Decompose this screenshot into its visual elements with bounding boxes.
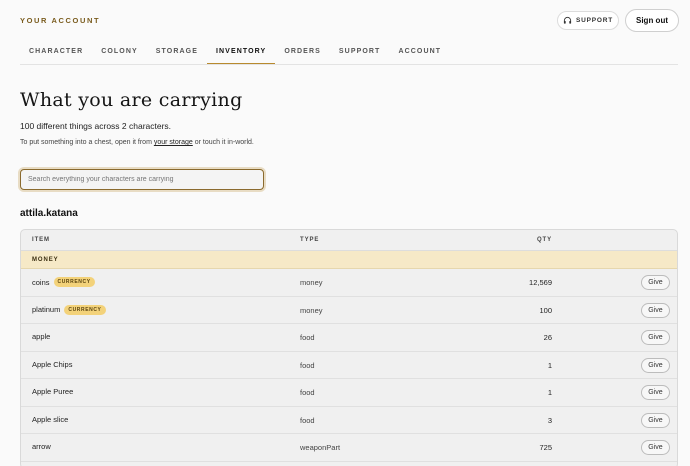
section-label: MONEY [32, 257, 59, 263]
support-label: SUPPORT [575, 17, 614, 24]
table-row: Apple Puree food 1 Give [21, 379, 677, 407]
tab-support[interactable]: SUPPORT [330, 41, 390, 65]
tab-orders[interactable]: ORDERS [275, 41, 330, 65]
item-qty: 26 [543, 333, 552, 342]
main-nav: CHARACTER COLONY STORAGE INVENTORY ORDER… [20, 41, 450, 65]
item-qty: 725 [539, 443, 552, 452]
column-qty: QTY [536, 237, 552, 243]
headset-icon [563, 16, 572, 24]
table-row: platinum CURRENCY money 100 Give [21, 297, 677, 324]
section-header: MONEY [21, 251, 677, 269]
item-cell: Apple Puree [32, 387, 73, 396]
column-type: TYPE [300, 237, 320, 243]
item-name: coins [32, 277, 50, 287]
hint-prefix: To put something into a chest, open it f… [20, 139, 154, 146]
inventory-table: ITEM TYPE QTY MONEY coins CURRENCY money … [20, 229, 678, 466]
item-qty: 12,569 [529, 278, 552, 287]
item-name: apple [32, 332, 51, 341]
currency-badge: CURRENCY [53, 277, 95, 287]
currency-badge: CURRENCY [64, 304, 106, 315]
table-row: Apple Chips food 1 Give [21, 352, 677, 379]
item-type: food [300, 415, 315, 425]
item-name: Apple slice [32, 414, 69, 424]
tab-inventory[interactable]: INVENTORY [206, 41, 276, 65]
table-row: arrow weaponPart 725 Give [21, 434, 677, 462]
item-name: arrow [32, 442, 51, 451]
top-bar: YOUR ACCOUNT SUPPORT Sign out [0, 0, 690, 40]
item-type: food [300, 360, 315, 370]
column-item: ITEM [32, 237, 50, 243]
item-name: Apple Chips [32, 359, 73, 369]
item-qty: 3 [547, 415, 552, 425]
item-type: food [300, 388, 315, 397]
tab-colony[interactable]: COLONY [92, 41, 147, 65]
item-type: food [300, 333, 315, 342]
sign-out-button[interactable]: Sign out [625, 9, 679, 32]
item-qty: 1 [547, 360, 552, 370]
item-type: weaponPart [300, 443, 341, 452]
item-cell: Apple slice [32, 415, 68, 424]
item-cell: Apple Chips [32, 360, 72, 369]
give-button[interactable]: Give [641, 440, 670, 455]
search-input[interactable] [20, 169, 264, 190]
tab-account[interactable]: ACCOUNT [389, 41, 450, 65]
page-title: What you are carrying [20, 89, 243, 111]
nav-divider [20, 64, 678, 65]
table-header: ITEM TYPE QTY [21, 230, 677, 251]
inventory-summary: 100 different things across 2 characters… [20, 121, 172, 131]
table-row: apple food 26 Give [21, 324, 677, 352]
give-button[interactable]: Give [641, 357, 670, 373]
item-name: platinum [32, 305, 61, 314]
give-button[interactable]: Give [641, 302, 670, 318]
item-qty: 100 [539, 305, 552, 315]
table-row: Apple slice food 3 Give [21, 407, 677, 434]
item-cell: apple [32, 332, 50, 341]
brand-title: YOUR ACCOUNT [20, 16, 101, 25]
character-name: attila.katana [20, 208, 78, 219]
item-type: money [300, 305, 323, 315]
storage-link[interactable]: your storage [154, 139, 193, 146]
hint-suffix: or touch it in-world. [192, 139, 254, 146]
item-cell: arrow [32, 442, 51, 451]
item-name: Apple Puree [32, 387, 74, 396]
item-qty: 1 [547, 388, 552, 397]
item-type: money [300, 278, 323, 287]
give-button[interactable]: Give [641, 412, 670, 428]
give-button[interactable]: Give [641, 385, 670, 400]
table-row: coins CURRENCY money 12,569 Give [21, 269, 677, 297]
item-cell: coins CURRENCY [32, 277, 95, 287]
storage-hint: To put something into a chest, open it f… [20, 139, 254, 146]
tab-storage[interactable]: STORAGE [147, 41, 207, 65]
item-cell: platinum CURRENCY [32, 304, 106, 315]
give-button[interactable]: Give [641, 275, 670, 290]
give-button[interactable]: Give [641, 330, 670, 345]
support-button[interactable]: SUPPORT [557, 11, 619, 30]
tab-character[interactable]: CHARACTER [20, 41, 92, 65]
